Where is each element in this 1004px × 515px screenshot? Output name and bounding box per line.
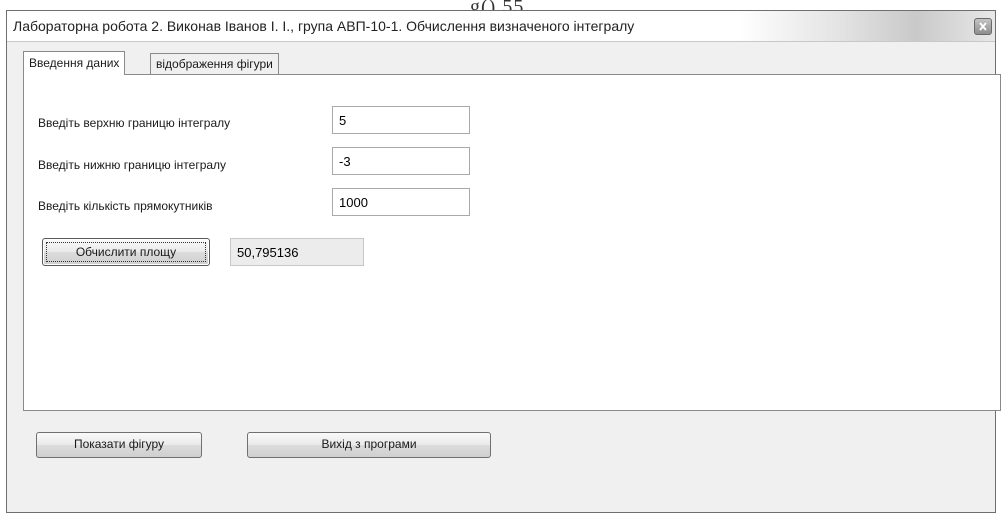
upper-limit-input[interactable] [332, 106, 470, 134]
result-output [230, 238, 364, 266]
calculate-area-button[interactable]: Обчислити площу [42, 238, 210, 266]
tab-panel-data-entry: Введіть верхню границю інтегралу Введіть… [23, 74, 1001, 411]
tab-data-entry[interactable]: Введення даних [23, 51, 126, 75]
exit-program-button[interactable]: Вихід з програми [247, 432, 491, 458]
rectangles-count-label: Введіть кількість прямокутників [38, 199, 213, 213]
focus-rectangle [46, 242, 206, 262]
lower-limit-input[interactable] [332, 147, 470, 175]
main-window: Лабораторна робота 2. Виконав Іванов І. … [6, 10, 1001, 513]
title-bar[interactable]: Лабораторна робота 2. Виконав Іванов І. … [7, 11, 995, 42]
window-title: Лабораторна робота 2. Виконав Іванов І. … [13, 18, 635, 34]
show-figure-label: Показати фігуру [73, 437, 165, 451]
close-button[interactable] [974, 18, 992, 35]
rectangles-count-input[interactable] [332, 188, 470, 216]
lower-limit-label: Введіть нижню границю інтегралу [38, 158, 227, 172]
tab-figure-display[interactable]: відображення фігури [150, 53, 279, 75]
upper-limit-label: Введіть верхню границю інтегралу [38, 116, 231, 130]
show-figure-button[interactable]: Показати фігуру [36, 432, 202, 458]
close-icon [979, 22, 987, 31]
exit-program-label: Вихід з програми [321, 437, 417, 451]
